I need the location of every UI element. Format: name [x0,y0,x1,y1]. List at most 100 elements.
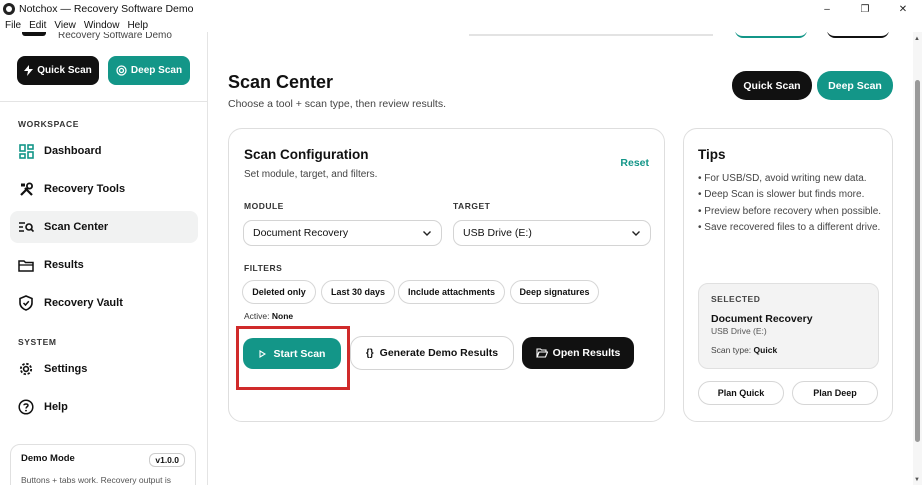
generate-demo-results-button[interactable]: {} Generate Demo Results [350,336,514,370]
sidebar-item-label: Help [44,401,68,413]
filter-chip-deep-signatures[interactable]: Deep signatures [510,280,599,304]
title-bar: Notchox — Recovery Software Demo – ❐ ✕ [0,0,922,18]
active-filters-prefix: Active: [244,311,270,321]
scrollbar-thumb[interactable] [915,80,920,442]
demo-mode-text: Buttons + tabs work. Recovery output is [21,475,172,485]
window-controls: – ❐ ✕ [808,0,922,18]
page-title: Scan Center [228,72,334,92]
sidebar-item-label: Results [44,259,84,271]
tips-list: For USB/SD, avoid writing new data. Deep… [698,171,884,236]
sidebar-deep-scan-label: Deep Scan [130,65,183,76]
sidebar-item-label: Recovery Vault [44,297,123,309]
scan-configuration-subtitle: Set module, target, and filters. [244,169,378,180]
window-title: Notchox — Recovery Software Demo [19,3,194,15]
maximize-icon[interactable]: ❐ [846,0,884,18]
menu-bar: File Edit View Window Help [0,18,156,32]
brand-subtitle: Recovery Software Demo [58,32,172,41]
sidebar-divider [0,101,207,102]
brand-logo [22,32,46,36]
sidebar-item-help[interactable]: Help [10,391,198,423]
sidebar-item-settings[interactable]: Settings [10,353,198,385]
selected-target: USB Drive (E:) [711,326,767,336]
chevron-down-icon [423,231,431,236]
tip-item: Deep Scan is slower but finds more. [698,187,884,203]
generate-demo-results-label: Generate Demo Results [379,347,499,359]
active-filters: Active: None [244,311,293,321]
filter-chip-last-30-days[interactable]: Last 30 days [321,280,395,304]
demo-mode-card: Demo Mode v1.0.0 Buttons + tabs work. Re… [10,444,196,485]
sidebar-item-recovery-vault[interactable]: Recovery Vault [10,287,198,319]
minimize-icon[interactable]: – [808,0,846,18]
selected-label: SELECTED [711,294,761,304]
menu-view[interactable]: View [54,20,76,31]
menu-edit[interactable]: Edit [29,20,46,31]
start-scan-label: Start Scan [273,347,326,360]
play-icon [258,349,266,358]
tips-card: Tips For USB/SD, avoid writing new data.… [683,128,893,422]
tip-item: Save recovered files to a different driv… [698,220,884,236]
scan-icon [18,219,34,235]
sidebar-item-label: Dashboard [44,145,102,157]
module-select-value: Document Recovery [253,227,349,239]
bolt-icon [24,65,34,76]
target-icon [116,65,127,76]
scroll-up-icon[interactable]: ▲ [914,36,920,42]
scan-configuration-card: Scan Configuration Set module, target, a… [228,128,665,422]
tip-item: Preview before recovery when possible. [698,204,884,220]
top-deep-button-edge [735,32,807,38]
target-select[interactable]: USB Drive (E:) [453,220,651,246]
close-icon[interactable]: ✕ [884,0,922,18]
code-braces-icon: {} [365,347,374,359]
reset-button[interactable]: Reset [620,157,649,169]
sidebar-item-label: Settings [44,363,88,375]
dashboard-icon [18,143,34,159]
sidebar-quick-scan-button[interactable]: Quick Scan [17,56,99,85]
tools-icon [18,181,34,197]
system-section-label: SYSTEM [18,337,57,347]
menu-help[interactable]: Help [127,20,148,31]
chevron-down-icon [632,231,640,236]
plan-quick-button[interactable]: Plan Quick [698,381,784,405]
filter-chip-deleted-only[interactable]: Deleted only [242,280,316,304]
selected-module: Document Recovery [711,313,813,325]
target-select-value: USB Drive (E:) [463,227,532,239]
top-search-bar-edge [469,34,713,36]
folder-icon [18,257,34,273]
open-results-button[interactable]: Open Results [522,337,634,369]
sidebar-item-scan-center[interactable]: Scan Center [10,211,198,243]
sidebar-item-dashboard[interactable]: Dashboard [10,135,198,167]
header-deep-scan-button[interactable]: Deep Scan [817,71,893,100]
start-scan-button[interactable]: Start Scan [243,338,341,369]
shield-icon [18,295,34,311]
header-quick-scan-button[interactable]: Quick Scan [732,71,812,100]
version-badge: v1.0.0 [149,453,185,467]
sidebar-quick-scan-label: Quick Scan [37,65,92,76]
tip-item: For USB/SD, avoid writing new data. [698,171,884,187]
workspace-section-label: WORKSPACE [18,119,79,129]
filter-chip-include-attachments[interactable]: Include attachments [398,280,505,304]
tips-title: Tips [698,147,726,162]
sidebar: Recovery Software Demo Quick Scan Deep S… [0,32,208,485]
scan-type-value: Quick [753,345,778,355]
vertical-scrollbar[interactable]: ▲ ▼ [913,32,922,485]
scan-type-prefix: Scan type: [711,345,752,355]
scroll-down-icon[interactable]: ▼ [914,477,920,483]
menu-window[interactable]: Window [84,20,120,31]
sidebar-deep-scan-button[interactable]: Deep Scan [108,56,190,85]
sidebar-item-label: Scan Center [44,221,109,233]
sidebar-item-label: Recovery Tools [44,183,126,195]
help-icon [18,399,34,415]
gear-icon [18,361,34,377]
menu-file[interactable]: File [5,20,21,31]
active-filters-value: None [271,311,294,321]
top-quick-button-edge [827,32,889,38]
open-results-label: Open Results [552,347,621,359]
plan-deep-button[interactable]: Plan Deep [792,381,878,405]
main-content: Scan Center Choose a tool + scan type, t… [209,32,913,485]
sidebar-item-results[interactable]: Results [10,249,198,281]
module-select[interactable]: Document Recovery [243,220,442,246]
selected-summary: SELECTED Document Recovery USB Drive (E:… [698,283,879,369]
sidebar-item-recovery-tools[interactable]: Recovery Tools [10,173,198,205]
module-label: MODULE [244,201,284,211]
target-label: TARGET [453,201,491,211]
